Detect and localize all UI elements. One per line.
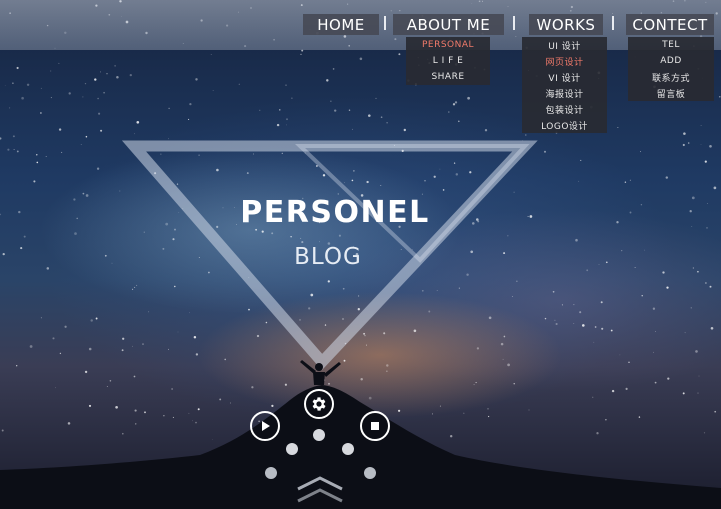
submenu-item-message-board[interactable]: 留言板 <box>628 85 714 101</box>
hero-title: PERSONEL <box>240 195 430 230</box>
submenu-item-life[interactable]: L I F E <box>406 53 490 69</box>
nav-divider <box>513 16 515 30</box>
submenu-item-add[interactable]: ADD <box>628 53 714 69</box>
nav-about-me[interactable]: ABOUT ME <box>393 14 504 35</box>
nav-contact[interactable]: CONTECT <box>626 14 714 35</box>
submenu-item-ui-design[interactable]: UI 设计 <box>522 37 607 53</box>
carousel-dot[interactable] <box>364 467 376 479</box>
submenu-item-vi-design[interactable]: VI 设计 <box>522 69 607 85</box>
settings-button[interactable] <box>304 389 334 419</box>
stop-button[interactable] <box>360 411 390 441</box>
play-button[interactable] <box>250 411 280 441</box>
nav-home[interactable]: HOME <box>303 14 379 35</box>
nav-divider <box>612 16 614 30</box>
play-icon <box>262 421 270 431</box>
works-submenu: UI 设计 网页设计 VI 设计 海报设计 包装设计 LOGO设计 <box>522 37 607 133</box>
submenu-item-contact-info[interactable]: 联系方式 <box>628 69 714 85</box>
hero-subtitle: BLOG <box>294 244 362 270</box>
chevron-up-icon[interactable] <box>295 475 345 509</box>
submenu-item-web-design[interactable]: 网页设计 <box>522 53 607 69</box>
carousel-dot[interactable] <box>286 443 298 455</box>
carousel-dot[interactable] <box>342 443 354 455</box>
gear-icon <box>312 397 326 411</box>
carousel-dot[interactable] <box>265 467 277 479</box>
submenu-item-packaging-design[interactable]: 包装设计 <box>522 101 607 117</box>
nav-works-label: WORKS <box>536 15 596 34</box>
submenu-item-poster-design[interactable]: 海报设计 <box>522 85 607 101</box>
nav-home-label: HOME <box>317 15 365 34</box>
submenu-item-personal[interactable]: PERSONAL <box>406 37 490 53</box>
person-figure <box>300 360 341 385</box>
carousel-dot[interactable] <box>313 429 325 441</box>
contact-submenu: TEL ADD 联系方式 留言板 <box>628 37 714 101</box>
submenu-item-share[interactable]: SHARE <box>406 69 490 85</box>
about-submenu: PERSONAL L I F E SHARE <box>406 37 490 85</box>
nav-about-label: ABOUT ME <box>406 15 491 34</box>
nav-works[interactable]: WORKS <box>529 14 603 35</box>
submenu-item-tel[interactable]: TEL <box>628 37 714 53</box>
stop-icon <box>371 422 379 430</box>
nav-divider <box>384 16 386 30</box>
submenu-item-logo-design[interactable]: LOGO设计 <box>522 117 607 133</box>
nav-contact-label: CONTECT <box>632 15 708 34</box>
